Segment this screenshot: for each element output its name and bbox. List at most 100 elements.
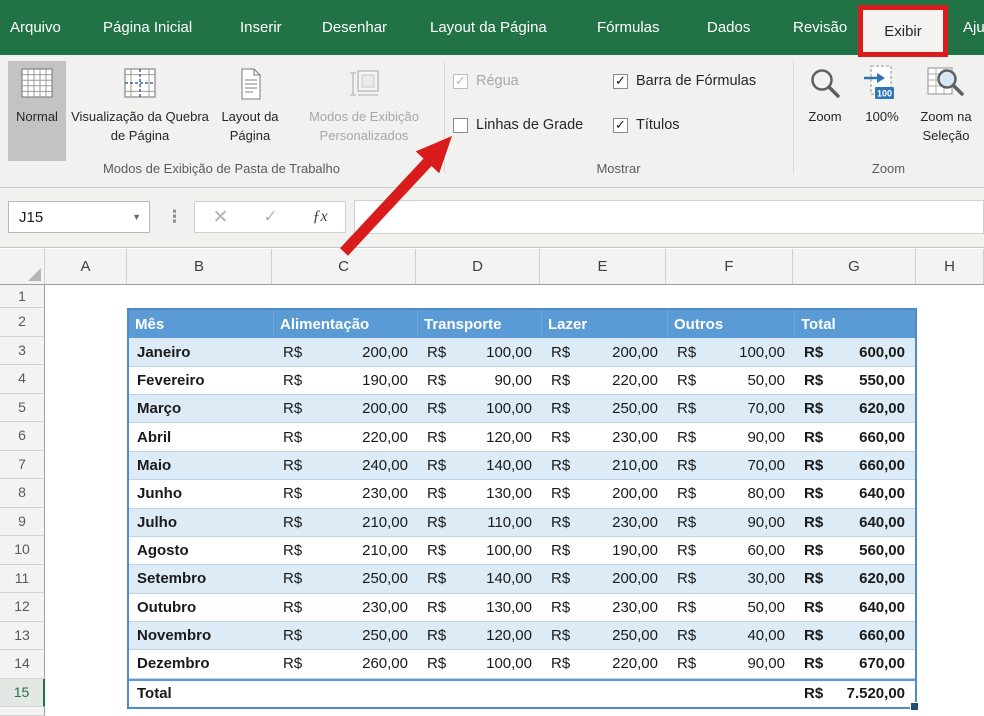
- row-header-13[interactable]: 13: [0, 622, 45, 651]
- table-cell[interactable]: [668, 679, 795, 707]
- row-header-7[interactable]: 7: [0, 451, 45, 480]
- row-header-6[interactable]: 6: [0, 422, 45, 451]
- zoom-100-button[interactable]: 100 100%: [856, 61, 908, 161]
- table-cell[interactable]: R$70,00: [668, 395, 795, 423]
- tab-inserir[interactable]: Inserir: [240, 0, 282, 55]
- table-cell[interactable]: R$200,00: [542, 480, 668, 508]
- table-cell[interactable]: R$7.520,00: [795, 679, 915, 707]
- month-cell-novembro[interactable]: Novembro: [129, 622, 274, 650]
- table-cell[interactable]: R$660,00: [795, 423, 915, 451]
- column-header-a[interactable]: A: [45, 249, 127, 284]
- column-header-c[interactable]: C: [272, 249, 416, 284]
- table-cell[interactable]: R$50,00: [668, 594, 795, 622]
- table-cell[interactable]: R$250,00: [542, 622, 668, 650]
- tab-dados[interactable]: Dados: [707, 0, 750, 55]
- table-header-transporte[interactable]: Transporte: [418, 310, 542, 338]
- month-cell-junho[interactable]: Junho: [129, 480, 274, 508]
- page-break-preview-button[interactable]: Visualização da Quebra de Página: [70, 61, 210, 161]
- fill-handle[interactable]: [910, 702, 919, 711]
- table-cell[interactable]: R$600,00: [795, 338, 915, 366]
- table-cell[interactable]: R$80,00: [668, 480, 795, 508]
- table-cell[interactable]: R$110,00: [418, 509, 542, 537]
- table-cell[interactable]: R$660,00: [795, 452, 915, 480]
- row-header-5[interactable]: 5: [0, 394, 45, 423]
- row-header-3[interactable]: 3: [0, 337, 45, 366]
- month-cell-dezembro[interactable]: Dezembro: [129, 650, 274, 678]
- page-layout-button[interactable]: Layout da Página: [212, 61, 288, 161]
- checkbox-box[interactable]: ✓: [613, 74, 628, 89]
- row-header-11[interactable]: 11: [0, 565, 45, 594]
- tab-desenhar[interactable]: Desenhar: [322, 0, 387, 55]
- table-cell[interactable]: R$120,00: [418, 622, 542, 650]
- table-cell[interactable]: R$120,00: [418, 423, 542, 451]
- row-header-15[interactable]: 15: [0, 679, 45, 708]
- table-cell[interactable]: R$90,00: [668, 423, 795, 451]
- row-header-16[interactable]: 16: [0, 707, 45, 716]
- table-cell[interactable]: R$200,00: [542, 338, 668, 366]
- table-cell[interactable]: R$40,00: [668, 622, 795, 650]
- table-header-lazer[interactable]: Lazer: [542, 310, 668, 338]
- table-cell[interactable]: R$240,00: [274, 452, 418, 480]
- table-cell[interactable]: R$230,00: [542, 423, 668, 451]
- column-header-h[interactable]: H: [916, 249, 984, 284]
- table-cell[interactable]: R$210,00: [274, 509, 418, 537]
- table-cell[interactable]: R$190,00: [542, 537, 668, 565]
- table-cell[interactable]: R$90,00: [418, 367, 542, 395]
- tab-formulas[interactable]: Fórmulas: [597, 0, 660, 55]
- column-header-f[interactable]: F: [666, 249, 793, 284]
- row-header-1[interactable]: 1: [0, 285, 45, 308]
- table-cell[interactable]: R$220,00: [274, 423, 418, 451]
- table-cell[interactable]: R$130,00: [418, 480, 542, 508]
- table-cell[interactable]: R$100,00: [418, 537, 542, 565]
- table-cell[interactable]: R$220,00: [542, 650, 668, 678]
- zoom-button[interactable]: Zoom: [798, 61, 852, 161]
- tab-pagina-inicial[interactable]: Página Inicial: [103, 0, 192, 55]
- table-header-total[interactable]: Total: [795, 310, 915, 338]
- row-header-10[interactable]: 10: [0, 536, 45, 565]
- checkbox-box[interactable]: ✓: [613, 118, 628, 133]
- row-header-2[interactable]: 2: [0, 308, 45, 337]
- row-header-14[interactable]: 14: [0, 650, 45, 679]
- table-cell[interactable]: R$250,00: [274, 622, 418, 650]
- row-header-4[interactable]: 4: [0, 365, 45, 394]
- table-cell[interactable]: R$90,00: [668, 509, 795, 537]
- formula-input[interactable]: [354, 200, 984, 234]
- table-header-mes[interactable]: Mês: [129, 310, 274, 338]
- table-cell[interactable]: R$660,00: [795, 622, 915, 650]
- table-cell[interactable]: R$50,00: [668, 367, 795, 395]
- table-cell[interactable]: R$30,00: [668, 565, 795, 593]
- table-cell[interactable]: R$100,00: [418, 650, 542, 678]
- row-header-9[interactable]: 9: [0, 508, 45, 537]
- table-cell[interactable]: R$210,00: [542, 452, 668, 480]
- row-header-12[interactable]: 12: [0, 593, 45, 622]
- tab-ajuda[interactable]: Ajuda: [963, 0, 984, 55]
- column-header-g[interactable]: G: [793, 249, 916, 284]
- month-cell-julho[interactable]: Julho: [129, 509, 274, 537]
- table-cell[interactable]: R$230,00: [542, 594, 668, 622]
- select-all-corner[interactable]: [0, 249, 45, 284]
- table-cell[interactable]: R$140,00: [418, 565, 542, 593]
- checkbox-linhas-de-grade[interactable]: Linhas de Grade: [453, 117, 583, 133]
- table-cell[interactable]: R$190,00: [274, 367, 418, 395]
- table-cell[interactable]: R$550,00: [795, 367, 915, 395]
- table-cell[interactable]: R$210,00: [274, 537, 418, 565]
- table-cell[interactable]: R$640,00: [795, 509, 915, 537]
- total-row-label[interactable]: Total: [129, 679, 274, 707]
- row-header-8[interactable]: 8: [0, 479, 45, 508]
- tab-revisao[interactable]: Revisão: [793, 0, 847, 55]
- zoom-to-selection-button[interactable]: Zoom na Seleção: [908, 61, 984, 161]
- table-cell[interactable]: [542, 679, 668, 707]
- table-cell[interactable]: R$140,00: [418, 452, 542, 480]
- month-cell-fevereiro[interactable]: Fevereiro: [129, 367, 274, 395]
- table-cell[interactable]: R$260,00: [274, 650, 418, 678]
- table-header-alimentacao[interactable]: Alimentação: [274, 310, 418, 338]
- table-cell[interactable]: R$640,00: [795, 480, 915, 508]
- checkbox-box[interactable]: [453, 118, 468, 133]
- table-cell[interactable]: R$250,00: [274, 565, 418, 593]
- table-cell[interactable]: [274, 679, 418, 707]
- month-cell-marco[interactable]: Março: [129, 395, 274, 423]
- month-cell-agosto[interactable]: Agosto: [129, 537, 274, 565]
- table-cell[interactable]: R$560,00: [795, 537, 915, 565]
- table-cell[interactable]: R$60,00: [668, 537, 795, 565]
- table-cell[interactable]: R$200,00: [274, 395, 418, 423]
